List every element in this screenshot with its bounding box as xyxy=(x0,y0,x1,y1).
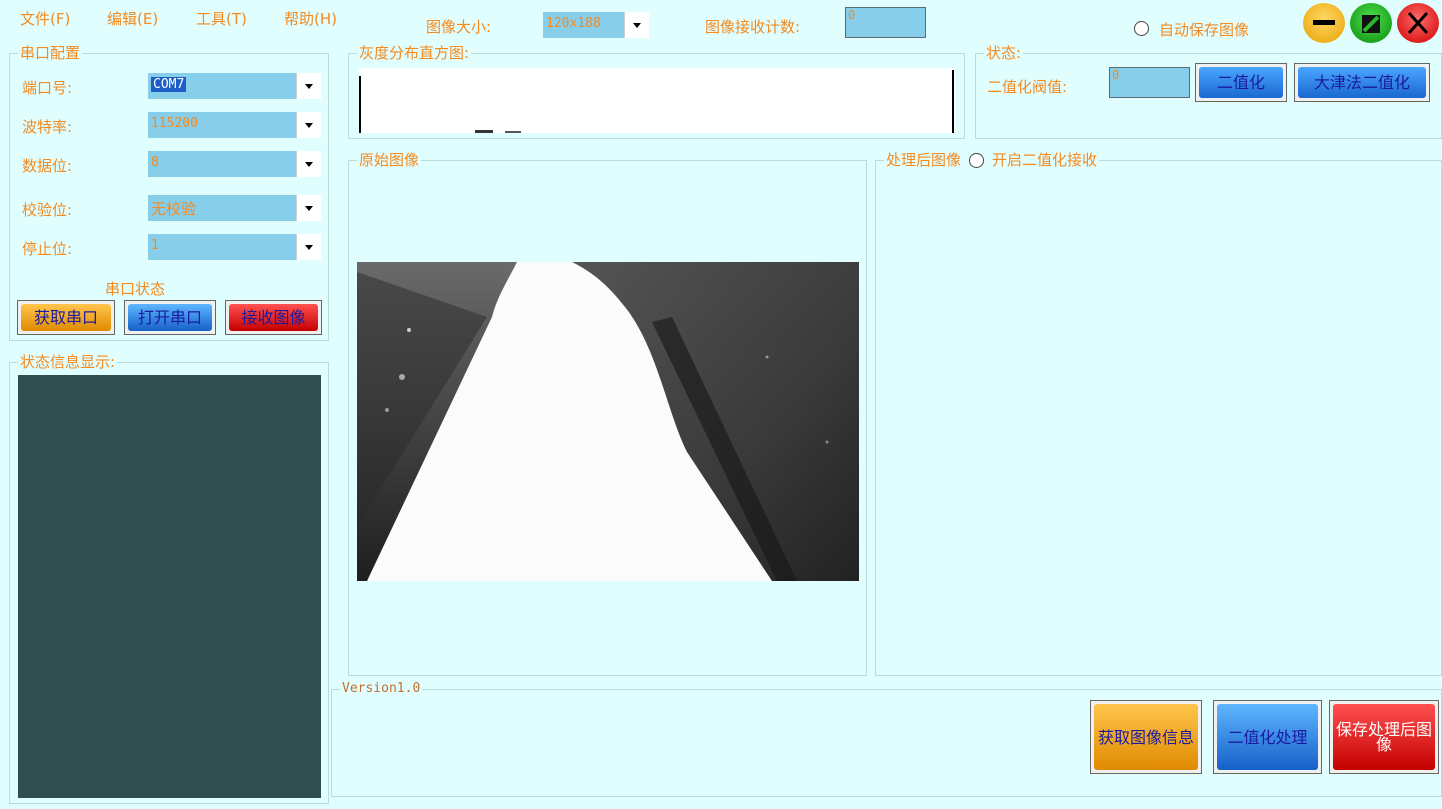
maximize-icon xyxy=(1362,15,1380,33)
get-image-info-button[interactable]: 获取图像信息 xyxy=(1090,700,1202,774)
parity-label: 校验位: xyxy=(22,201,73,219)
save-processed-button[interactable]: 保存处理后图像 xyxy=(1329,700,1439,774)
open-port-button[interactable]: 打开串口 xyxy=(124,300,216,335)
chevron-down-icon[interactable] xyxy=(296,112,321,138)
menu-file[interactable]: 文件(F) xyxy=(20,8,70,29)
port-status-text: 串口状态 xyxy=(105,280,166,298)
otsu-label: 大津法二值化 xyxy=(1298,67,1426,98)
close-icon xyxy=(1407,11,1429,35)
recv-count-label: 图像接收计数: xyxy=(705,18,801,36)
minimize-button[interactable] xyxy=(1303,3,1345,43)
processed-legend: 处理后图像 开启二值化接收 xyxy=(884,151,1100,169)
port-value: COM7 xyxy=(151,77,187,92)
maximize-button[interactable] xyxy=(1350,3,1392,43)
receive-image-label: 接收图像 xyxy=(229,304,318,331)
minimize-icon xyxy=(1313,20,1335,25)
camera-frame xyxy=(357,262,859,581)
get-image-info-label: 获取图像信息 xyxy=(1094,704,1198,770)
databits-label: 数据位: xyxy=(22,157,73,175)
status-info-title: 状态信息显示: xyxy=(18,353,118,371)
processed-image-group: 处理后图像 开启二值化接收 xyxy=(875,151,1442,676)
parity-select[interactable]: 无校验 xyxy=(148,195,321,221)
binarize-button[interactable]: 二值化 xyxy=(1195,63,1287,102)
enable-binarize-label: 开启二值化接收 xyxy=(992,151,1098,169)
chevron-down-icon[interactable] xyxy=(296,151,321,177)
receive-image-button[interactable]: 接收图像 xyxy=(225,300,322,335)
databits-value: 8 xyxy=(151,155,159,170)
get-port-button[interactable]: 获取串口 xyxy=(17,300,115,335)
open-port-label: 打开串口 xyxy=(128,304,212,331)
histogram-canvas xyxy=(359,68,955,133)
chevron-down-icon[interactable] xyxy=(296,195,321,221)
threshold-field[interactable]: 0 xyxy=(1109,67,1190,98)
stopbits-select[interactable]: 1 xyxy=(148,234,321,260)
original-image xyxy=(357,262,859,581)
parity-value: 无校验 xyxy=(151,200,197,218)
image-size-label: 图像大小: xyxy=(426,18,492,36)
menu-help[interactable]: 帮助(H) xyxy=(284,8,337,29)
histogram-plot xyxy=(359,70,954,133)
chevron-down-icon[interactable] xyxy=(296,73,321,99)
binarize-process-button[interactable]: 二值化处理 xyxy=(1213,700,1322,774)
close-button[interactable] xyxy=(1397,3,1439,43)
baud-select[interactable]: 115200 xyxy=(148,112,321,138)
binarize-label: 二值化 xyxy=(1199,67,1283,98)
get-port-label: 获取串口 xyxy=(21,304,111,331)
port-select[interactable]: COM7 xyxy=(148,73,321,99)
save-processed-label: 保存处理后图像 xyxy=(1333,704,1435,770)
port-label: 端口号: xyxy=(22,79,73,97)
image-size-value: 120x188 xyxy=(546,16,601,31)
status-info-textbox[interactable] xyxy=(18,375,321,798)
chevron-down-icon[interactable] xyxy=(296,234,321,260)
recv-count-field[interactable]: 0 xyxy=(845,7,926,38)
processed-image-title: 处理后图像 xyxy=(886,151,962,169)
otsu-button[interactable]: 大津法二值化 xyxy=(1294,63,1430,102)
auto-save-label: 自动保存图像 xyxy=(1159,21,1250,39)
original-image-title: 原始图像 xyxy=(357,151,422,169)
chevron-down-icon[interactable] xyxy=(624,12,649,38)
databits-select[interactable]: 8 xyxy=(148,151,321,177)
stopbits-label: 停止位: xyxy=(22,240,73,258)
histogram-title: 灰度分布直方图: xyxy=(357,44,472,62)
binarize-process-label: 二值化处理 xyxy=(1217,704,1318,770)
stopbits-value: 1 xyxy=(151,238,159,253)
serial-config-title: 串口配置 xyxy=(18,44,83,62)
auto-save-radio[interactable] xyxy=(1134,21,1149,36)
menu-edit[interactable]: 编辑(E) xyxy=(107,8,158,29)
baud-value: 115200 xyxy=(151,116,198,131)
state-title: 状态: xyxy=(984,44,1024,62)
menu-tools[interactable]: 工具(T) xyxy=(196,8,247,29)
image-size-select[interactable]: 120x188 xyxy=(543,12,649,38)
version-label: Version1.0 xyxy=(340,680,423,698)
threshold-label: 二值化阀值: xyxy=(987,78,1068,96)
enable-binarize-radio[interactable] xyxy=(969,152,985,168)
baud-label: 波特率: xyxy=(22,118,73,136)
